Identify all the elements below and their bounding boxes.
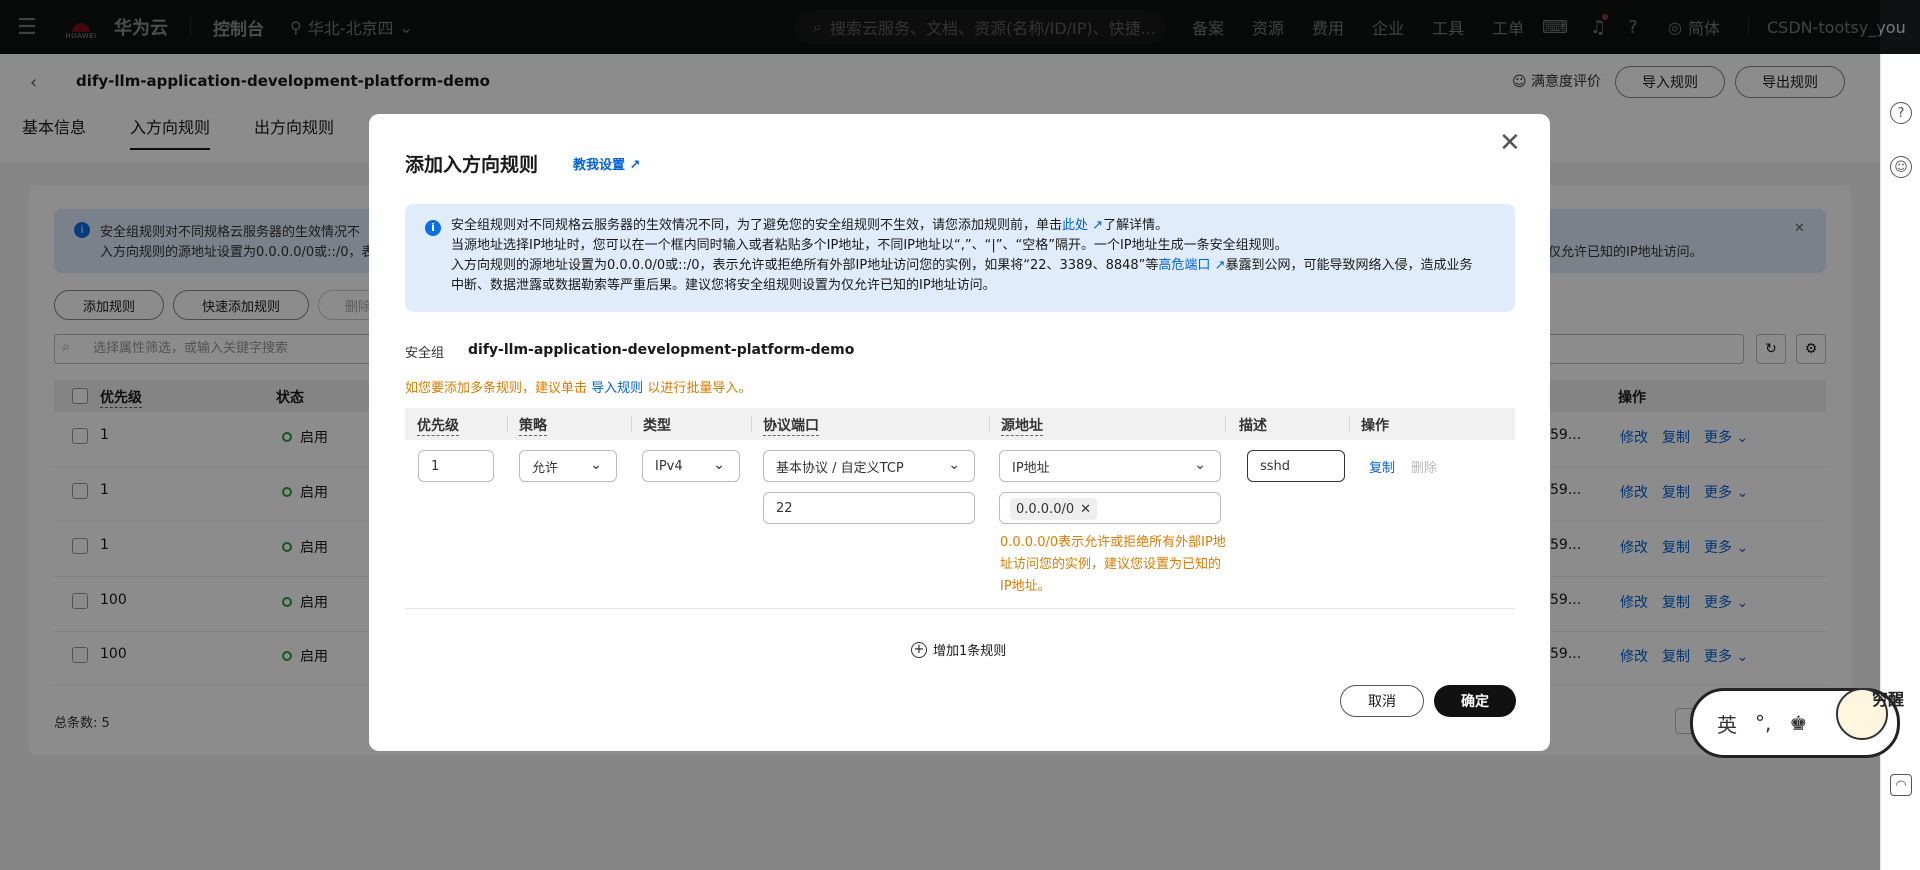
source-warning: 0.0.0.0/0表示允许或拒绝所有外部IP地址访问您的实例，建议您设置为已知的… xyxy=(1000,535,1226,594)
chevron-down-icon: ⌄ xyxy=(713,457,725,473)
external-link-icon: ↗ xyxy=(1092,218,1104,233)
close-icon[interactable]: ✕ xyxy=(1499,128,1521,158)
policy-select[interactable]: 允许 ⌄ xyxy=(519,450,617,482)
close-icon[interactable]: ✕ xyxy=(1080,502,1091,517)
batch-import-hint: 如您要添加多条规则，建议单击 导入规则 以进行批量导入。 xyxy=(405,381,752,396)
security-group-name: dify-llm-application-development-platfor… xyxy=(468,342,855,358)
chevron-down-icon: ⌄ xyxy=(1194,457,1206,473)
delete-rule-link[interactable]: 删除 xyxy=(1411,457,1437,476)
copy-rule-link[interactable]: 复制 xyxy=(1369,457,1395,476)
high-risk-port-link[interactable]: 高危端口 xyxy=(1158,258,1210,273)
smile-icon[interactable]: ☺ xyxy=(1890,156,1912,178)
protocol-select[interactable]: 基本协议 / 自定义TCP ⌄ xyxy=(763,450,975,482)
port-input[interactable]: 22 xyxy=(763,492,975,524)
type-select[interactable]: IPv4 ⌄ xyxy=(642,450,740,482)
confirm-button[interactable]: 确定 xyxy=(1434,685,1516,717)
headset-icon[interactable]: ◠ xyxy=(1890,774,1912,796)
external-link-icon: ↗ xyxy=(629,158,641,173)
info-icon: i xyxy=(425,220,441,236)
teach-me-link[interactable]: 教我设置 ↗ xyxy=(573,154,640,173)
ip-tag: 0.0.0.0/0 ✕ xyxy=(1010,498,1098,520)
add-inbound-rule-dialog: 添加入方向规则 教我设置 ↗ ✕ i 安全组规则对不同规格云服务器的生效情况不同… xyxy=(369,114,1550,751)
info-alert: i 安全组规则对不同规格云服务器的生效情况不同，为了避免您的安全组规则不生效，请… xyxy=(405,204,1515,312)
dialog-title: 添加入方向规则 xyxy=(405,154,539,176)
plus-icon: + xyxy=(911,641,927,658)
source-type-select[interactable]: IP地址 ⌄ xyxy=(999,450,1221,482)
rule-table-header: 优先级 策略 类型 协议端口 源地址 描述 操作 xyxy=(405,408,1515,440)
source-address-input[interactable]: 0.0.0.0/0 ✕ xyxy=(999,492,1221,524)
details-link[interactable]: 此处 xyxy=(1062,218,1088,233)
security-group-label: 安全组 xyxy=(405,346,445,361)
priority-input[interactable]: 1 xyxy=(418,450,494,482)
shirt-icon: ♚ xyxy=(1789,711,1808,735)
chevron-down-icon: ⌄ xyxy=(590,457,602,473)
chevron-down-icon: ⌄ xyxy=(948,457,960,473)
help-circle-icon[interactable]: ? xyxy=(1890,102,1912,124)
sticker-label: 穷醒 xyxy=(1872,690,1905,709)
external-link-icon: ↗ xyxy=(1214,258,1226,273)
import-rules-link[interactable]: 导入规则 xyxy=(591,381,643,396)
add-one-rule-button[interactable]: + 增加1条规则 xyxy=(911,640,1006,659)
cancel-button[interactable]: 取消 xyxy=(1340,685,1424,717)
description-input[interactable]: sshd xyxy=(1247,450,1345,482)
